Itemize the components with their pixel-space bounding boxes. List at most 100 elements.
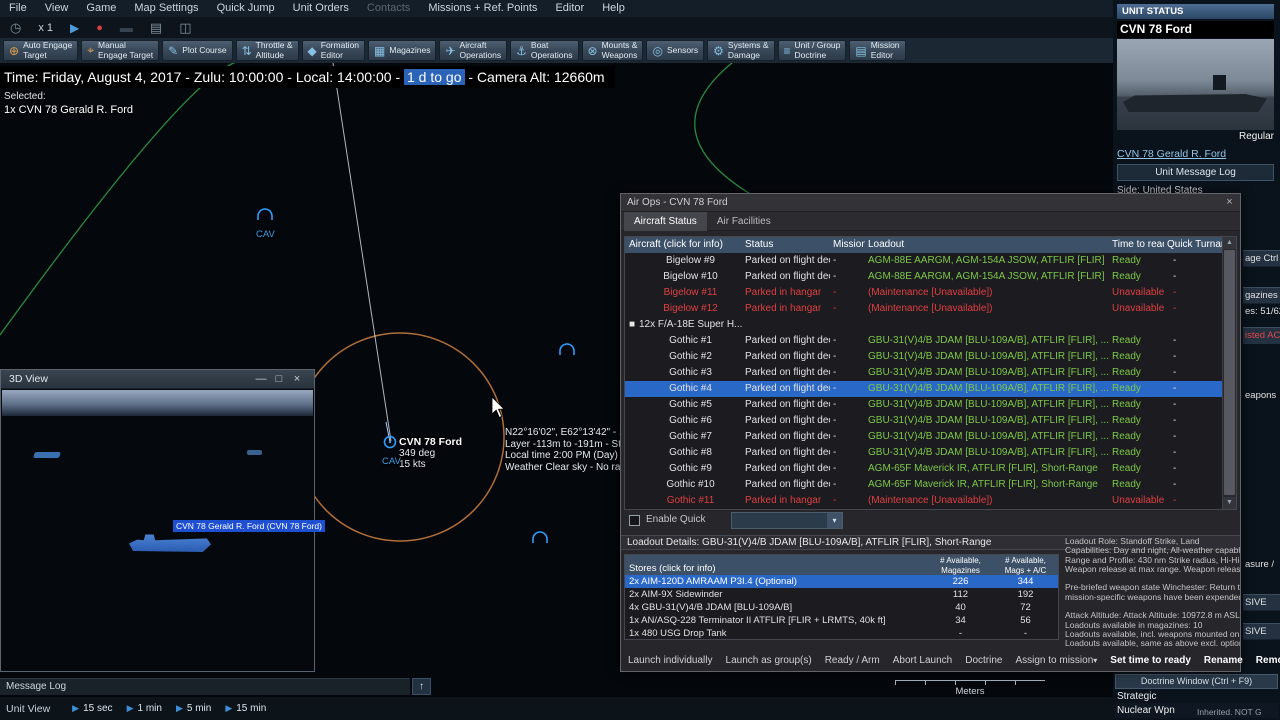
close-icon[interactable]: ×	[288, 373, 306, 385]
scroll-down-icon[interactable]: ▼	[1223, 497, 1236, 509]
close-icon[interactable]: ×	[1222, 196, 1237, 210]
aircraft-row[interactable]: Gothic #7 Parked on flight deck - GBU-31…	[625, 429, 1236, 445]
collapse-toggle-icon[interactable]	[625, 285, 639, 301]
sidebar-button-fragment[interactable]: age Ctrl	[1243, 250, 1280, 267]
collapse-toggle-icon[interactable]	[625, 429, 639, 445]
aircraft-row[interactable]: Bigelow #11 Parked in hangar - (Maintena…	[625, 285, 1236, 301]
rename-button[interactable]: Rename	[1204, 655, 1243, 666]
aircraft-row[interactable]: Gothic #9 Parked on flight deck - AGM-65…	[625, 461, 1236, 477]
message-log-bar[interactable]: Message Log	[0, 678, 410, 695]
dialog-titlebar[interactable]: Air Ops - CVN 78 Ford	[621, 194, 1240, 212]
tab-air-facilities[interactable]: Air Facilities	[707, 212, 781, 231]
sidebar-button-fragment[interactable]: gazines	[1243, 287, 1280, 304]
scrollbar[interactable]: ▲ ▼	[1222, 237, 1236, 509]
plot-course-button[interactable]: ✎ Plot Course	[162, 40, 233, 61]
enable-quick-checkbox[interactable]	[629, 515, 640, 526]
store-row[interactable]: 4x GBU-31(V)4/B JDAM [BLU-109A/B] 40 72	[625, 601, 1058, 614]
aircraft-row[interactable]: Gothic #2 Parked on flight deck - GBU-31…	[625, 349, 1236, 365]
collapse-toggle-icon[interactable]: ■	[625, 317, 639, 333]
speed-1-min[interactable]: ▶ 1 min	[127, 703, 162, 714]
collapse-toggle-icon[interactable]	[625, 349, 639, 365]
doctrine-button[interactable]: Doctrine	[965, 655, 1002, 666]
menu-game[interactable]: Game	[77, 0, 125, 17]
menu-contacts[interactable]: Contacts	[358, 0, 419, 17]
store-row[interactable]: 1x 480 USG Drop Tank - -	[625, 627, 1058, 640]
sidebar-button-fragment[interactable]: es: 51/62	[1243, 305, 1280, 318]
remove-button[interactable]: Remove	[1256, 655, 1280, 666]
3d-carrier-model[interactable]	[129, 534, 211, 552]
time-compression-label[interactable]: x 1	[38, 18, 53, 38]
assign-to-mission-button[interactable]: Assign to mission▾	[1015, 655, 1097, 666]
expand-message-log-button[interactable]: ↑	[412, 678, 431, 695]
aircraft-row[interactable]: Gothic #8 Parked on flight deck - GBU-31…	[625, 445, 1236, 461]
collapse-toggle-icon[interactable]	[625, 397, 639, 413]
sidebar-button-fragment[interactable]: isted AC	[1243, 327, 1280, 344]
friendly-air-unit-symbol[interactable]	[257, 208, 273, 220]
aircraft-row[interactable]: Bigelow #9 Parked on flight deck - AGM-8…	[625, 253, 1236, 269]
menu-missions-ref-points[interactable]: Missions + Ref. Points	[419, 0, 546, 17]
speed-15-min[interactable]: ▶ 15 min	[225, 703, 266, 714]
step-button[interactable]: ▬	[120, 18, 133, 38]
collapse-toggle-icon[interactable]	[625, 477, 639, 493]
magazines-button[interactable]: ▦ Magazines	[368, 40, 437, 61]
menu-editor[interactable]: Editor	[546, 0, 593, 17]
sidebar-button-fragment[interactable]: asure /	[1243, 558, 1280, 571]
speed-5-min[interactable]: ▶ 5 min	[176, 703, 211, 714]
minimize-icon[interactable]: —	[252, 373, 270, 385]
play-button[interactable]: ▶	[70, 18, 79, 38]
menu-map-settings[interactable]: Map Settings	[125, 0, 207, 17]
aircraft-row[interactable]: Bigelow #10 Parked on flight deck - AGM-…	[625, 269, 1236, 285]
launch-as-groups-button[interactable]: Launch as group(s)	[726, 655, 812, 666]
aircraft-row[interactable]: Gothic #5 Parked on flight deck - GBU-31…	[625, 397, 1236, 413]
collapse-toggle-icon[interactable]	[625, 381, 639, 397]
manual-engage-target-button[interactable]: ⌖ Manual Engage Target	[81, 40, 160, 61]
sidebar-button-fragment[interactable]: SIVE	[1243, 594, 1280, 611]
collapse-toggle-icon[interactable]	[625, 461, 639, 477]
collapse-toggle-icon[interactable]	[625, 333, 639, 349]
collapse-toggle-icon[interactable]	[625, 301, 639, 317]
scrollbar-thumb[interactable]	[1224, 250, 1235, 495]
collapse-toggle-icon[interactable]	[625, 493, 639, 509]
aircraft-operations-button[interactable]: ✈ Aircraft Operations	[439, 40, 508, 61]
menu-file[interactable]: File	[0, 0, 36, 17]
friendly-air-unit-symbol[interactable]	[532, 531, 548, 543]
systems-damage-button[interactable]: ⚙ Systems & Damage	[707, 40, 775, 61]
record-button[interactable]: ●	[96, 18, 103, 38]
aircraft-row[interactable]: Gothic #1 Parked on flight deck - GBU-31…	[625, 333, 1236, 349]
formation-editor-button[interactable]: ◆ Formation Editor	[301, 40, 366, 61]
speed-15-sec[interactable]: ▶ 15 sec	[72, 703, 112, 714]
sidebar-button-fragment[interactable]: eapons	[1243, 389, 1280, 402]
tab-aircraft-status[interactable]: Aircraft Status	[624, 212, 707, 231]
set-time-to-ready-button[interactable]: Set time to ready	[1110, 655, 1191, 666]
maximize-icon[interactable]: □	[270, 373, 288, 385]
menu-quick-jump[interactable]: Quick Jump	[208, 0, 284, 17]
collapse-toggle-icon[interactable]	[625, 413, 639, 429]
chevron-down-icon[interactable]: ▾	[827, 513, 842, 528]
sensors-button[interactable]: ◎ Sensors	[646, 40, 705, 61]
aircraft-row[interactable]: ■ 12x F/A-18E Super H...	[625, 317, 1236, 333]
menu-unit-orders[interactable]: Unit Orders	[284, 0, 358, 17]
collapse-toggle-icon[interactable]	[625, 365, 639, 381]
throttle-altitude-button[interactable]: ⇅ Throttle & Altitude	[235, 40, 299, 61]
abort-launch-button[interactable]: Abort Launch	[893, 655, 953, 666]
aircraft-row[interactable]: Gothic #11 Parked in hangar - (Maintenan…	[625, 493, 1236, 509]
friendly-air-unit-symbol[interactable]	[559, 343, 575, 355]
boat-operations-button[interactable]: ⚓ Boat Operations	[510, 40, 579, 61]
aircraft-row[interactable]: Gothic #6 Parked on flight deck - GBU-31…	[625, 413, 1236, 429]
launch-individually-button[interactable]: Launch individually	[628, 655, 713, 666]
mission-editor-button[interactable]: ▤ Mission Editor	[849, 40, 906, 61]
game-clock-icon[interactable]: ◷	[10, 18, 21, 38]
mounts-weapons-button[interactable]: ⊗ Mounts & Weapons	[581, 40, 644, 61]
scroll-up-icon[interactable]: ▲	[1223, 237, 1236, 249]
collapse-toggle-icon[interactable]	[625, 253, 639, 269]
store-row[interactable]: 2x AIM-9X Sidewinder 112 192	[625, 588, 1058, 601]
store-row[interactable]: 1x AN/ASQ-228 Terminator II ATFLIR [FLIR…	[625, 614, 1058, 627]
screenshot-icon[interactable]: ◫	[179, 18, 191, 38]
aircraft-row[interactable]: Bigelow #12 Parked in hangar - (Maintena…	[625, 301, 1236, 317]
aircraft-row[interactable]: Gothic #3 Parked on flight deck - GBU-31…	[625, 365, 1236, 381]
auto-engage-target-button[interactable]: ⊕ Auto Engage Target	[3, 40, 79, 61]
ready-arm-button[interactable]: Ready / Arm	[825, 655, 880, 666]
menu-help[interactable]: Help	[593, 0, 634, 17]
unit-group-doctrine-button[interactable]: ≡ Unit / Group Doctrine	[777, 40, 847, 61]
doctrine-window-button[interactable]: Doctrine Window (Ctrl + F9)	[1115, 674, 1278, 689]
